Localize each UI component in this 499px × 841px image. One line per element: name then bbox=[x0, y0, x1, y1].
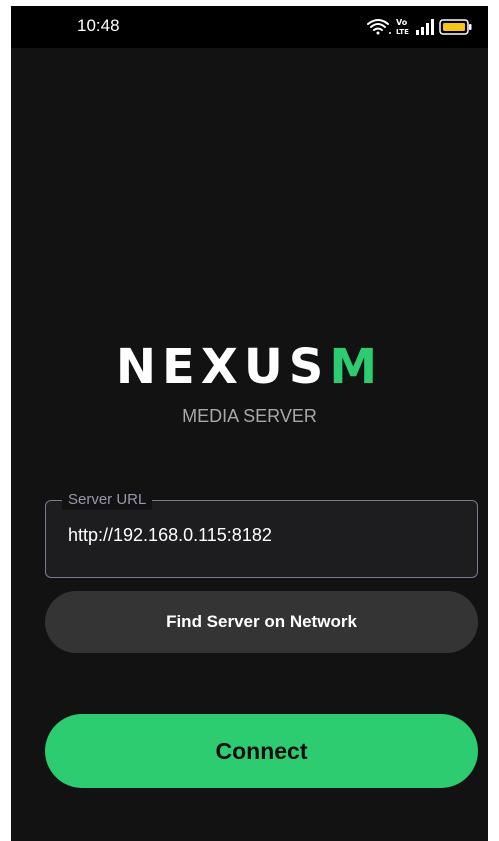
status-time: 10:48 bbox=[77, 16, 120, 35]
battery-icon bbox=[439, 19, 472, 35]
app-screen: 10:48 Vo LTE NEXUSM MEDIA SERVER Server … bbox=[11, 6, 488, 841]
connect-button-label: Connect bbox=[215, 737, 308, 764]
find-server-button-label: Find Server on Network bbox=[166, 612, 357, 631]
status-icons: Vo LTE bbox=[366, 16, 476, 38]
app-subtitle: MEDIA SERVER bbox=[182, 406, 317, 426]
svg-text:LTE: LTE bbox=[396, 28, 409, 36]
server-url-field[interactable]: Server URL http://192.168.0.115:8182 bbox=[45, 490, 478, 578]
server-url-input[interactable]: http://192.168.0.115:8182 bbox=[68, 525, 272, 546]
volte-icon: Vo LTE bbox=[396, 18, 409, 36]
app-logo: NEXUSM bbox=[11, 340, 488, 394]
svg-text:Vo: Vo bbox=[396, 18, 408, 27]
server-url-label: Server URL bbox=[62, 490, 153, 510]
status-bar: 10:48 Vo LTE bbox=[11, 6, 488, 48]
find-server-button[interactable]: Find Server on Network bbox=[45, 591, 478, 653]
logo-main: NEXUS bbox=[115, 339, 330, 395]
signal-icon bbox=[416, 19, 434, 35]
wifi-icon bbox=[367, 19, 391, 35]
logo-accent: M bbox=[329, 339, 384, 395]
connect-button[interactable]: Connect bbox=[45, 714, 478, 788]
